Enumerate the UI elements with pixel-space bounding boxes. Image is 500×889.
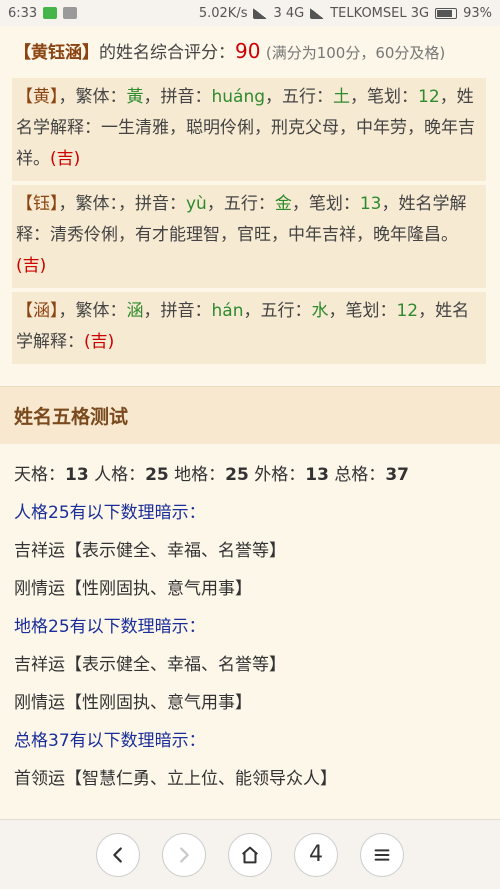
hint-line: 吉祥运【表示健全、幸福、名誉等】: [14, 541, 286, 561]
battery-icon: [435, 7, 458, 19]
hint-head-zong: 总格37有以下数理暗示：: [14, 731, 206, 751]
fan-value: 涵: [126, 301, 144, 321]
di-value: 25: [225, 465, 249, 485]
hint-line: 首领运【智慧仁勇、立上位、能领导众人】: [14, 769, 337, 789]
bh-label: ，笔划：: [350, 87, 419, 107]
py-label: ，拼音：: [143, 301, 212, 321]
bh-label: ，笔划：: [291, 194, 360, 214]
ren-label: 人格：: [94, 465, 146, 485]
fan-label: ，繁体：: [58, 301, 127, 321]
py-value: hán: [211, 301, 244, 321]
hint-line: 刚情运【性刚固执、意气用事】: [14, 693, 252, 713]
hint-head-di: 地格25有以下数理暗示：: [14, 617, 206, 637]
hint-head-ren: 人格25有以下数理暗示：: [14, 503, 206, 523]
char-box-3: 【涵】，繁体：涵，拼音：hán，五行：水，笔划：12，姓名学解释：(吉): [12, 292, 486, 364]
section-title: 姓名五格测试: [0, 386, 500, 444]
wx-label: ，五行：: [206, 194, 275, 214]
bh-value: 13: [359, 194, 382, 214]
fan-label: ，繁体：: [58, 194, 119, 214]
di-label: 地格：: [174, 465, 226, 485]
wuge-section: 天格：13 人格：25 地格：25 外格：13 总格：37 人格25有以下数理暗…: [0, 444, 500, 798]
luck-badge: (吉): [84, 332, 115, 352]
forward-button[interactable]: [162, 832, 206, 877]
chevron-left-icon: [113, 846, 122, 863]
fan-value: 黃: [126, 87, 144, 107]
home-button[interactable]: [228, 832, 272, 877]
bh-label: ，笔划：: [328, 301, 397, 321]
py-value: huáng: [211, 87, 266, 107]
char: 【钰】: [16, 194, 59, 214]
wx-value: 土: [333, 87, 351, 107]
hint-line: 吉祥运【表示健全、幸福、名誉等】: [14, 655, 286, 675]
char: 【涵】: [16, 301, 59, 321]
status-time: 6:33: [8, 5, 38, 21]
wx-label: ，五行：: [265, 87, 334, 107]
score-label: 的姓名综合评分：: [99, 43, 235, 63]
char-box-2: 【钰】，繁体：，拼音：yù，五行：金，笔划：13，姓名学解释：清秀伶俐，有才能理…: [12, 185, 486, 288]
menu-icon: [374, 848, 390, 861]
status-bar: 6:33 5.02K/s 3 4G TELKOMSEL 3G 93%: [0, 0, 500, 26]
wai-value: 13: [305, 465, 329, 485]
score-name: 【黄钰涵】: [14, 43, 99, 63]
status-left: 6:33: [8, 5, 78, 21]
status-right: 5.02K/s 3 4G TELKOMSEL 3G 93%: [199, 6, 492, 21]
fan-label: ，繁体：: [58, 87, 127, 107]
battery-level: 93%: [463, 5, 492, 21]
score-line: 【黄钰涵】的姓名综合评分：90 (满分为100分，60分及格): [0, 26, 500, 72]
ren-value: 25: [145, 465, 169, 485]
char: 【黄】: [16, 87, 59, 107]
browser-nav-bar: 4: [0, 819, 500, 889]
luck-badge: (吉): [50, 149, 81, 169]
py-label: ，拼音：: [118, 194, 186, 214]
tian-label: 天格：: [14, 465, 65, 485]
network-speed: 5.02K/s: [198, 5, 248, 21]
py-value: yù: [186, 194, 207, 214]
carrier-name: TELKOMSEL 3G: [330, 5, 430, 21]
wechat-icon: [43, 7, 58, 19]
home-icon: [242, 846, 258, 863]
tian-value: 13: [65, 465, 89, 485]
wai-label: 外格：: [254, 465, 306, 485]
wx-value: 金: [274, 194, 292, 214]
zong-label: 总格：: [334, 465, 386, 485]
menu-button[interactable]: [360, 832, 404, 877]
bh-value: 12: [418, 87, 440, 107]
wuge-summary: 天格：13 人格：25 地格：25 外格：13 总格：37: [14, 456, 486, 494]
score-note: (满分为100分，60分及格): [265, 44, 446, 62]
py-label: ，拼音：: [143, 87, 212, 107]
tab-count: 4: [309, 842, 323, 867]
wx-value: 水: [311, 301, 329, 321]
char-box-1: 【黄】，繁体：黃，拼音：huáng，五行：土，笔划：12，姓名学解释：一生清雅，…: [12, 78, 486, 181]
tabs-button[interactable]: 4: [294, 832, 338, 877]
carrier-left: 3 4G: [273, 5, 305, 21]
zong-value: 37: [385, 465, 409, 485]
wx-label: ，五行：: [243, 301, 312, 321]
back-button[interactable]: [96, 832, 140, 877]
hint-line: 刚情运【性刚固执、意气用事】: [14, 579, 252, 599]
score-value: 90: [235, 39, 261, 63]
luck-badge: (吉): [16, 256, 47, 276]
signal-icon-2: [310, 7, 325, 19]
page-content: 【黄钰涵】的姓名综合评分：90 (满分为100分，60分及格) 【黄】，繁体：黃…: [0, 26, 500, 819]
message-icon: [63, 7, 78, 19]
chevron-right-icon: [180, 846, 189, 863]
bh-value: 12: [396, 301, 419, 321]
signal-icon: [253, 7, 268, 19]
